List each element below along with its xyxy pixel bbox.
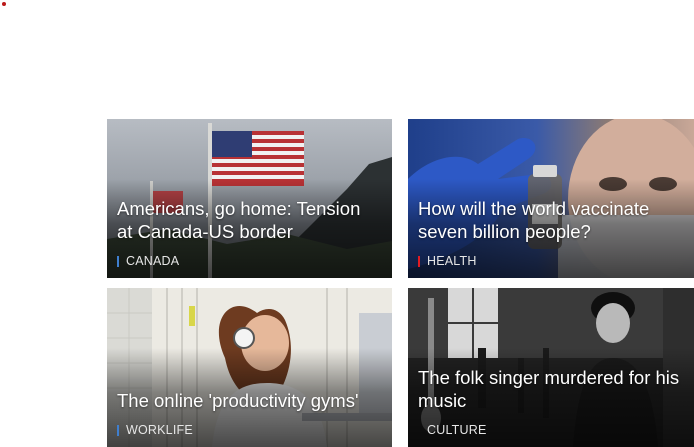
tag-label: WORKLIFE — [126, 423, 193, 437]
story-card-health[interactable]: How will the world vaccinate seven billi… — [408, 119, 694, 278]
tag-marker — [117, 424, 119, 436]
story-card-worklife[interactable]: The online 'productivity gyms' WORKLIFE — [107, 288, 392, 447]
story-card-culture[interactable]: The folk singer murdered for his music C… — [408, 288, 694, 447]
story-tag[interactable]: WORKLIFE — [117, 423, 193, 437]
tag-label: HEALTH — [427, 254, 477, 268]
story-headline: How will the world vaccinate seven billi… — [418, 198, 650, 242]
tag-marker — [117, 255, 119, 267]
story-tag[interactable]: HEALTH — [418, 254, 477, 268]
tag-label: CULTURE — [427, 423, 487, 437]
story-headline: The online 'productivity gyms' — [117, 390, 359, 411]
story-tag[interactable]: CULTURE — [418, 423, 487, 437]
story-card-canada[interactable]: Americans, go home: Tension at Canada-US… — [107, 119, 392, 278]
tag-label: CANADA — [126, 254, 180, 268]
story-headline: Americans, go home: Tension at Canada-US… — [117, 198, 361, 242]
story-headline: The folk singer murdered for his music — [418, 367, 680, 411]
story-grid: Americans, go home: Tension at Canada-US… — [0, 0, 694, 447]
story-tag[interactable]: CANADA — [117, 254, 179, 268]
tag-marker — [418, 255, 420, 267]
